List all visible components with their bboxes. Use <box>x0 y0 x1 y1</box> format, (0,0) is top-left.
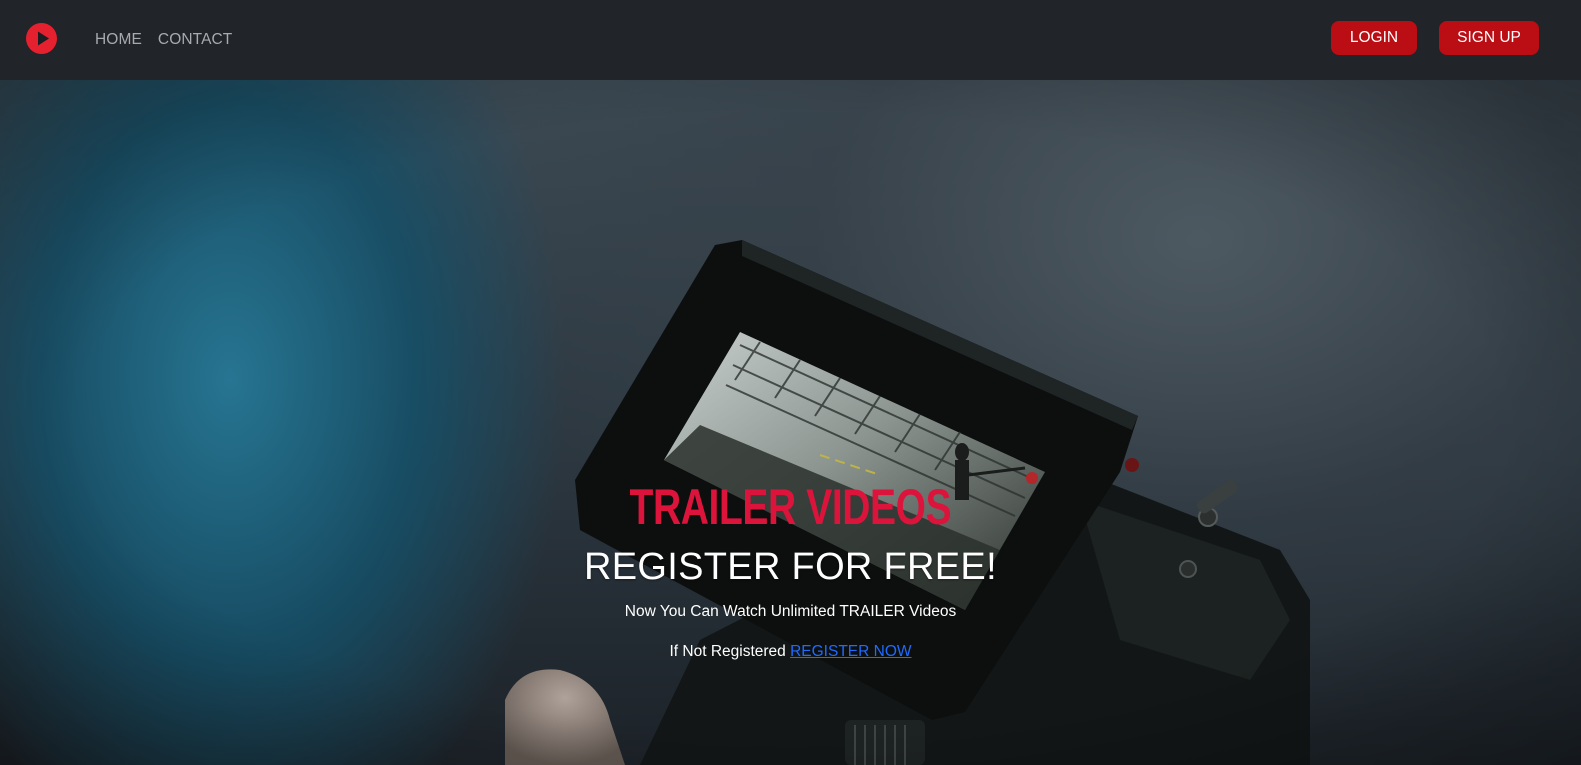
nav-links: HOME CONTACT <box>95 0 232 80</box>
play-logo-icon[interactable] <box>26 23 57 54</box>
register-prompt: If Not Registered REGISTER NOW <box>0 643 1581 661</box>
hero-description: Now You Can Watch Unlimited TRAILER Vide… <box>624 603 957 620</box>
login-button[interactable]: LOGIN <box>1331 21 1417 55</box>
navbar: HOME CONTACT LOGIN SIGN UP <box>0 0 1581 80</box>
signup-button[interactable]: SIGN UP <box>1439 21 1539 55</box>
hero-title: TRAILER VIDEOS <box>629 479 952 535</box>
nav-link-home[interactable]: HOME <box>95 31 142 49</box>
register-now-link[interactable]: REGISTER NOW <box>790 643 911 660</box>
nav-link-contact[interactable]: CONTACT <box>158 31 232 49</box>
hero-subtitle: REGISTER FOR FREE! <box>584 546 997 588</box>
register-prefix: If Not Registered <box>669 643 786 660</box>
hero-content: TRAILER VIDEOS REGISTER FOR FREE! Now Yo… <box>0 80 1581 765</box>
hero-section: TRAILER VIDEOS REGISTER FOR FREE! Now Yo… <box>0 80 1581 765</box>
